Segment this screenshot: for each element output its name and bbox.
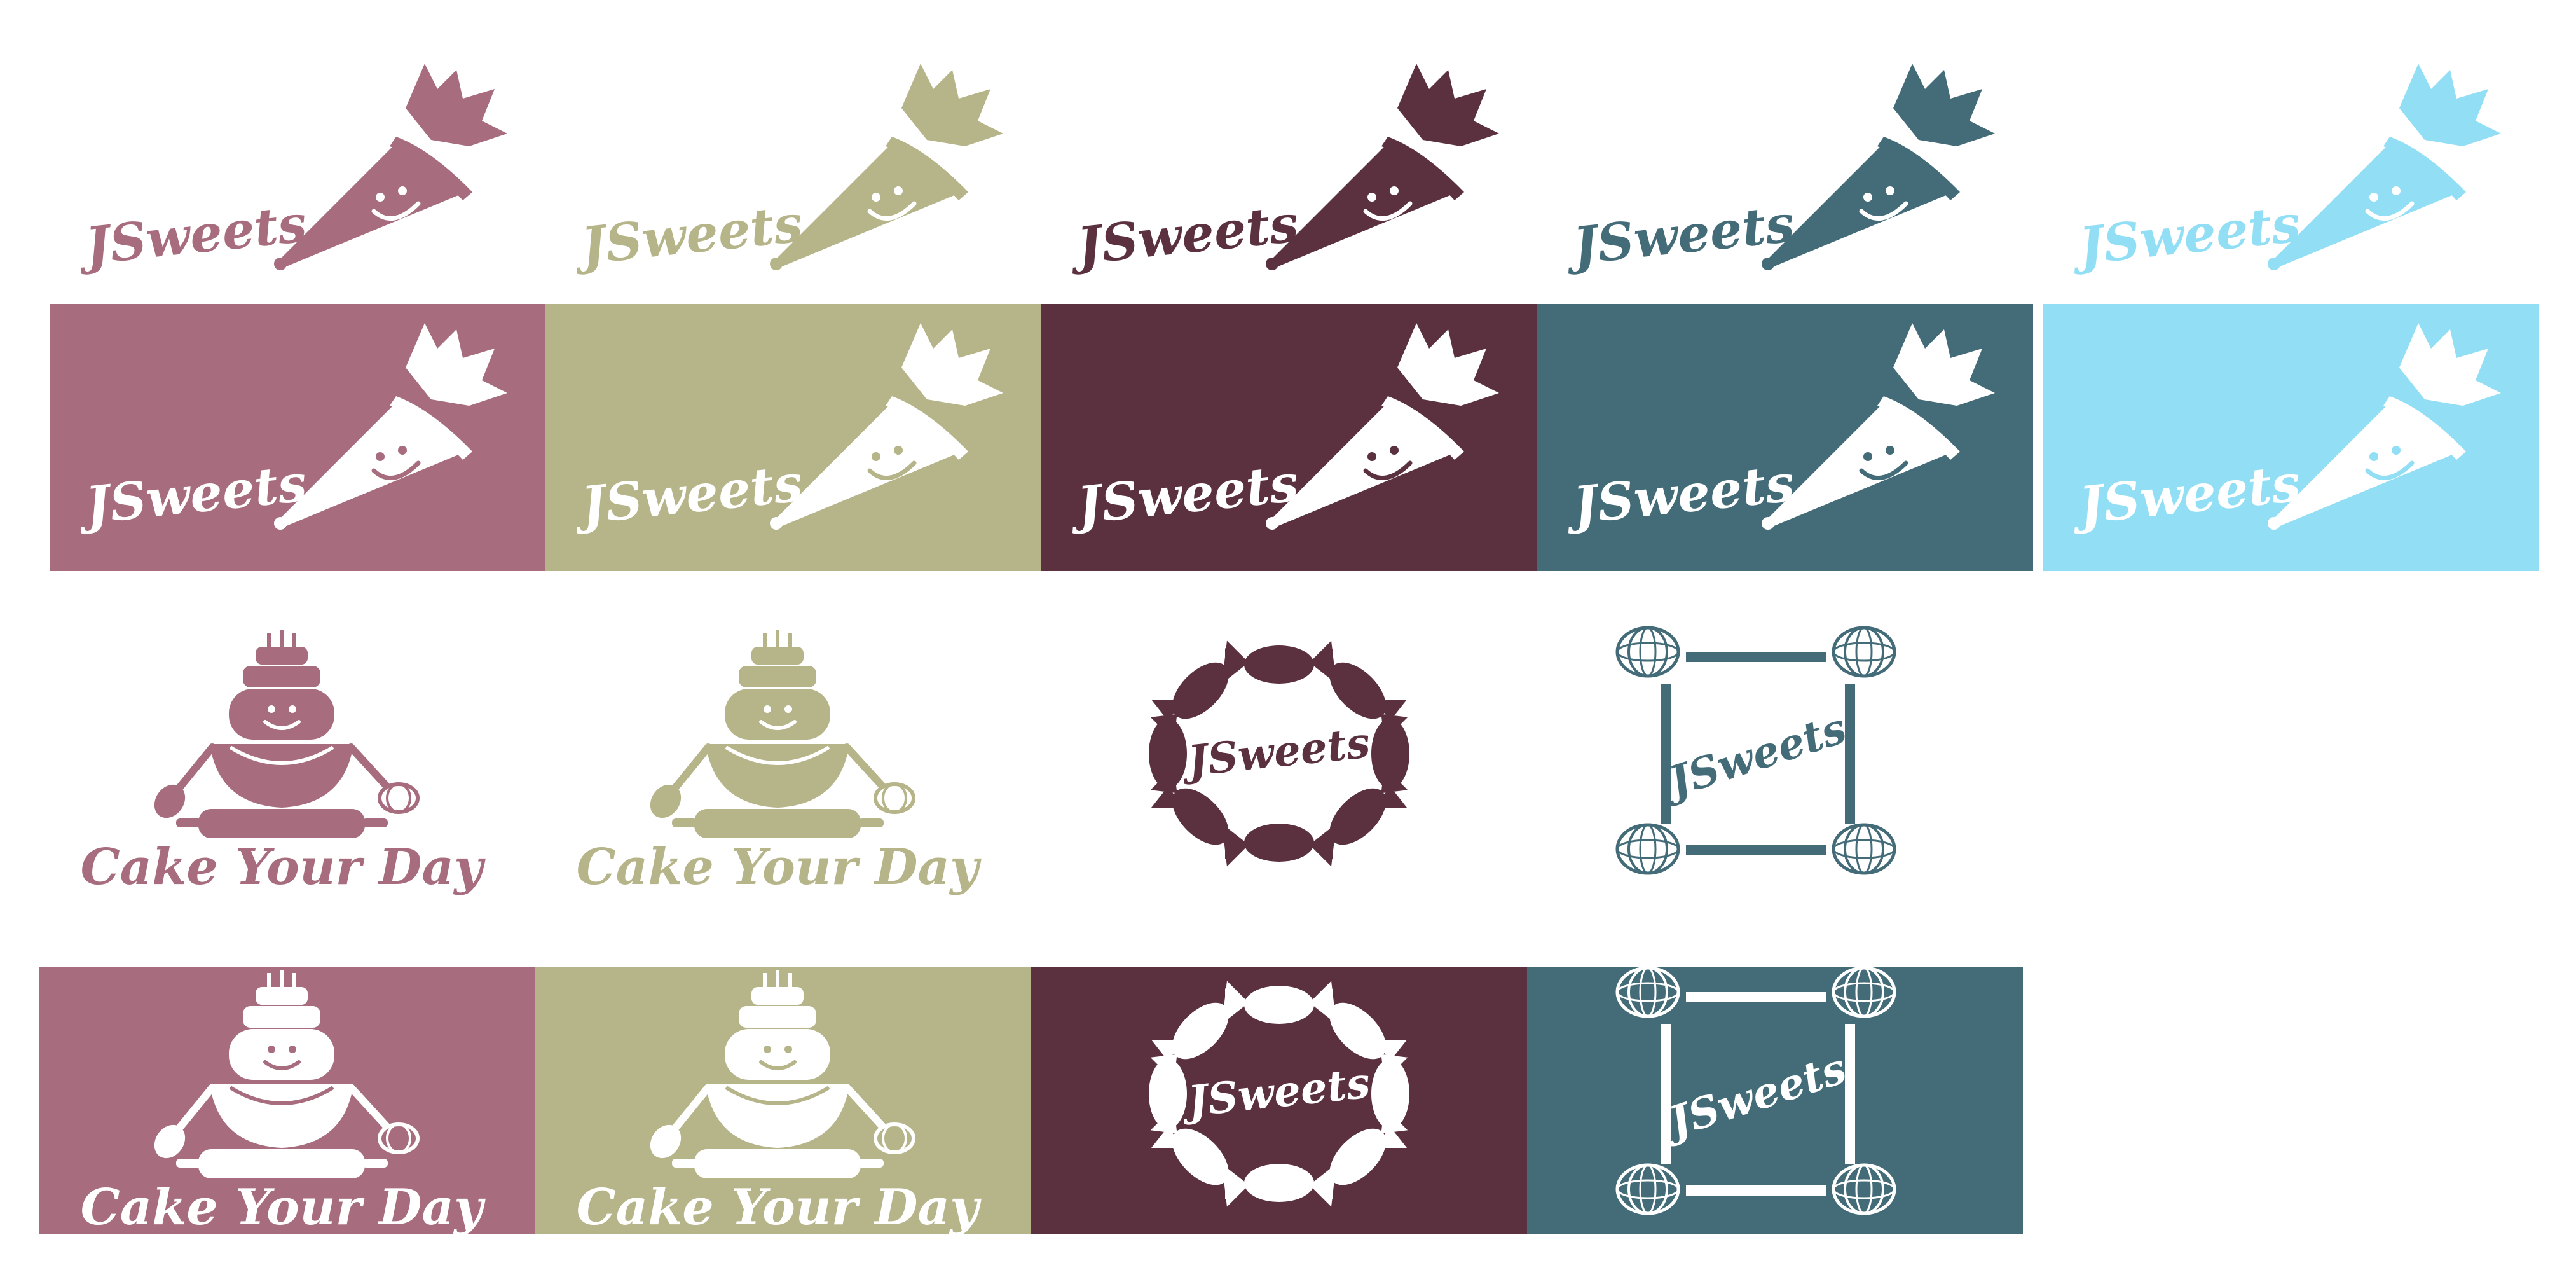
wordmark: JSweets — [2068, 453, 2303, 536]
piping-bag-icon — [274, 64, 507, 270]
piping-bag-icon — [1762, 64, 1995, 270]
whisk-icon — [1832, 823, 1896, 875]
logo-tile-row-3-4: JSweets — [1527, 626, 2023, 894]
logo-tile-row-1-2: JSweets — [545, 45, 1041, 312]
logo-tile-row-2-2: JSweets — [545, 304, 1041, 571]
logo-tile-row-3-3: JSweets — [1031, 626, 1527, 894]
baker-icon — [154, 630, 420, 838]
whisk-icon — [1832, 966, 1896, 1018]
piping-bag-icon — [770, 64, 1003, 270]
logo-artwork: JSweets — [1149, 640, 1409, 867]
logo-artwork: JSweets — [1066, 64, 1499, 277]
wordmark: JSweets — [1562, 453, 1797, 536]
wordmark: JSweets — [1179, 717, 1373, 787]
wordmark: JSweets — [1656, 1043, 1852, 1149]
logo-tile-row-3-1: Cake Your Day — [39, 626, 535, 896]
tagline: Cake Your Day — [81, 1178, 486, 1236]
piping-bag-icon — [1266, 64, 1499, 270]
wordmark: JSweets — [74, 453, 309, 536]
logo-tile-row-2-1: JSweets — [50, 304, 545, 571]
wordmark: JSweets — [1562, 193, 1797, 277]
baker-icon — [154, 970, 420, 1178]
logo-artwork: Cake Your Day — [81, 970, 486, 1236]
logo-tile-row-1-4: JSweets — [1537, 45, 2033, 312]
baker-icon — [650, 970, 915, 1178]
logo-artwork: JSweets — [2068, 323, 2501, 536]
candy-icon — [1150, 981, 1250, 1081]
wordmark: JSweets — [1656, 703, 1852, 808]
logo-tile-row-4-2: Cake Your Day — [535, 967, 1031, 1236]
logo-tile-row-4-1: Cake Your Day — [39, 967, 535, 1236]
logo-artwork: JSweets — [2068, 64, 2501, 277]
candy-icon — [1308, 1107, 1408, 1207]
tagline: Cake Your Day — [577, 1178, 982, 1236]
wordmark: JSweets — [1066, 453, 1301, 536]
whisk-icon — [1832, 626, 1896, 678]
whisk-icon — [1832, 1163, 1896, 1215]
piping-bag-icon — [2268, 323, 2501, 530]
logo-artwork: JSweets — [74, 64, 507, 277]
piping-bag-icon — [1266, 323, 1499, 530]
logo-artwork: JSweets — [1149, 981, 1409, 1207]
wordmark: JSweets — [1066, 193, 1301, 277]
logo-artwork: JSweets — [74, 323, 507, 536]
tagline: Cake Your Day — [577, 838, 982, 896]
logo-tile-row-2-5: JSweets — [2043, 304, 2539, 571]
logo-tile-row-1-5: JSweets — [2043, 45, 2539, 312]
logo-artwork: JSweets — [1562, 323, 1995, 536]
whisk-icon — [1615, 626, 1680, 678]
whisk-icon — [1615, 823, 1680, 875]
piping-bag-icon — [274, 323, 507, 530]
piping-bag-icon — [1762, 323, 1995, 530]
logo-artwork: Cake Your Day — [577, 630, 982, 896]
tagline: Cake Your Day — [81, 838, 486, 896]
logo-artwork: JSweets — [1066, 323, 1499, 536]
logo-tile-row-4-4: JSweets — [1527, 966, 2023, 1234]
piping-bag-icon — [770, 323, 1003, 530]
logo-artwork: Cake Your Day — [81, 630, 486, 896]
logo-artwork: JSweets — [1615, 626, 1896, 875]
logo-artwork: Cake Your Day — [577, 970, 982, 1236]
wordmark: JSweets — [74, 193, 309, 277]
wordmark: JSweets — [570, 193, 805, 277]
piping-bag-icon — [2268, 64, 2501, 270]
baker-icon — [650, 630, 915, 838]
logo-artwork: JSweets — [1615, 966, 1896, 1215]
wordmark: JSweets — [1179, 1058, 1373, 1127]
logo-artwork: JSweets — [570, 64, 1003, 277]
logo-tile-row-2-3: JSweets — [1041, 304, 1537, 571]
wordmark: JSweets — [2068, 193, 2303, 277]
candy-icon — [1150, 640, 1250, 741]
logo-tile-row-1-3: JSweets — [1041, 45, 1537, 312]
whisk-icon — [1615, 1163, 1680, 1215]
logo-artwork: JSweets — [1562, 64, 1995, 277]
logo-tile-row-1-1: JSweets — [50, 45, 545, 312]
logo-tile-row-4-3: JSweets — [1031, 967, 1527, 1234]
whisk-icon — [1615, 966, 1680, 1018]
logo-tile-row-3-2: Cake Your Day — [535, 626, 1031, 896]
candy-icon — [1308, 766, 1408, 867]
logo-tile-row-2-4: JSweets — [1537, 304, 2033, 571]
logo-artwork: JSweets — [570, 323, 1003, 536]
wordmark: JSweets — [570, 453, 805, 536]
